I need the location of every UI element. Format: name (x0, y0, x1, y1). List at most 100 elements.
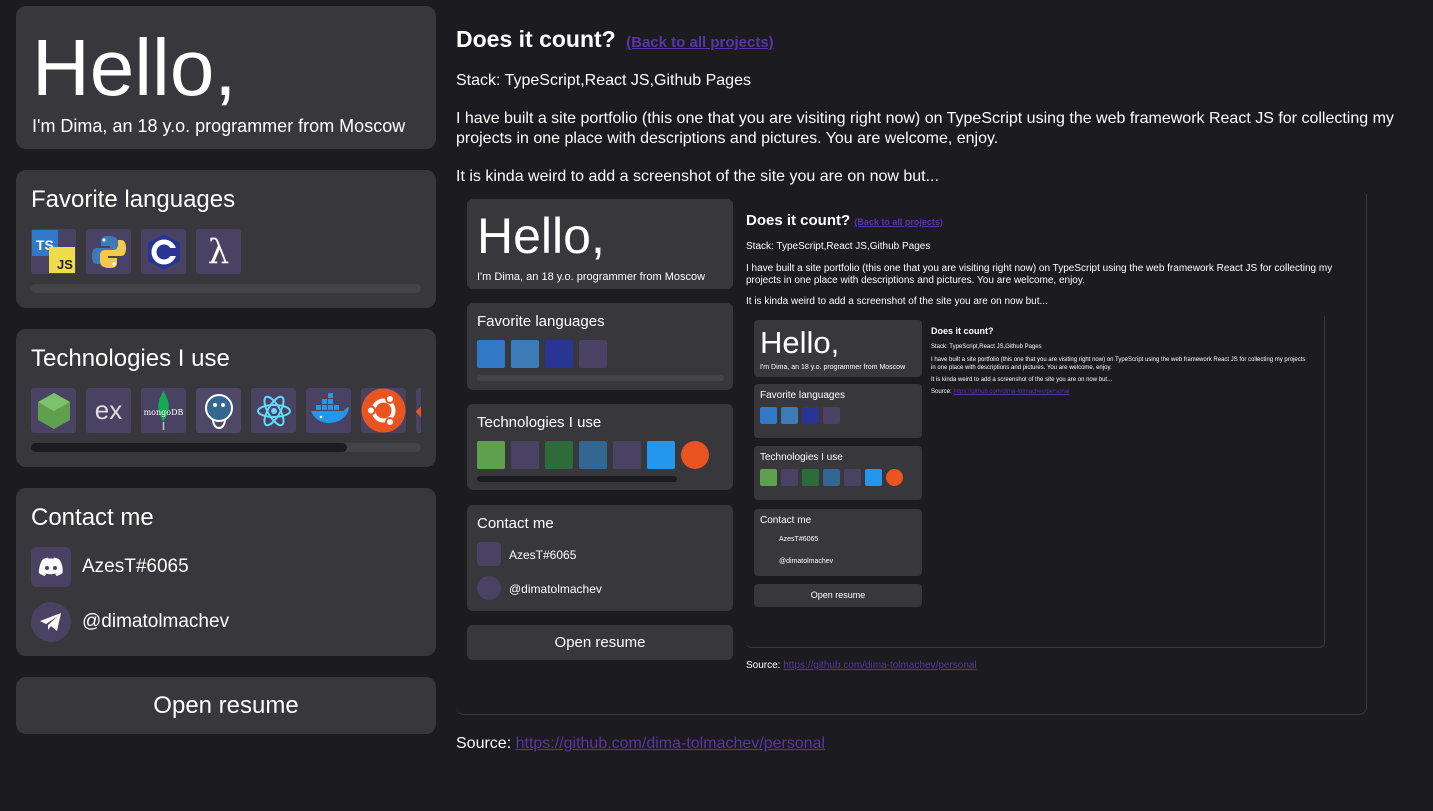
contact-telegram[interactable]: @dimatolmachev (31, 601, 421, 642)
preview-project-stack: Stack: TypeScript,React JS,Github Pages (746, 241, 931, 252)
nested-python-icon (781, 407, 798, 424)
nested-source: Source: https://github.com/dima-tolmache… (931, 389, 1069, 395)
preview-hello-title: Hello, (477, 208, 605, 264)
project-description: I have built a site portfolio (this one … (456, 110, 1394, 147)
source-line: Source: https://github.com/dima-tolmache… (456, 735, 825, 753)
nested-source-label: Source: (931, 389, 952, 395)
ubuntu-icon (361, 388, 406, 433)
preview-languages-scrollbar (477, 375, 724, 381)
nested-express-icon (781, 469, 798, 486)
contact-title: Contact me (31, 504, 154, 531)
nested-mongodb-icon (802, 469, 819, 486)
preview-resume-button: Open resume (467, 625, 733, 660)
contact-card: Contact me AzesT#6065 @dimatolmachev (16, 488, 436, 656)
express-icon: ex (86, 388, 131, 433)
project-title-text: Does it count? (456, 26, 616, 52)
preview-technologies-card: Technologies I use (467, 404, 733, 490)
preview-hello-card: Hello, I'm Dima, an 18 y.o. programmer f… (467, 199, 733, 289)
project-note: It is kinda weird to add a screenshot of… (456, 168, 939, 185)
project-screenshot: Hello, I'm Dima, an 18 y.o. programmer f… (456, 194, 1367, 715)
preview-technologies-title: Technologies I use (477, 414, 602, 431)
preview-express-icon (511, 441, 539, 469)
project-title: Does it count? (Back to all projects) (456, 26, 1406, 53)
preview-technologies-scrollbar (477, 476, 677, 482)
project-stack: Stack: TypeScript,React JS,Github Pages (456, 72, 751, 89)
preview-nodejs-icon (477, 441, 505, 469)
languages-scrollbar[interactable] (31, 284, 421, 293)
preview-telegram-icon (477, 576, 501, 600)
svg-text:mongoDB: mongoDB (144, 408, 184, 417)
nested-react-icon (844, 469, 861, 486)
postgresql-icon (196, 388, 241, 433)
preview-contact-card: Contact me AzesT#6065 @dimatolmachev (467, 505, 733, 611)
nested-technologies-title: Technologies I use (760, 452, 843, 463)
nodejs-icon (31, 388, 76, 433)
preview-typescript-icon (477, 340, 505, 368)
telegram-icon (31, 601, 71, 642)
partial-next-icon (416, 388, 421, 433)
contact-discord[interactable]: AzesT#6065 (31, 546, 421, 587)
preview-source-link: https://github.com/dima-tolmachev/person… (783, 660, 977, 671)
technologies-card: Technologies I use ex mongoDB (16, 329, 436, 467)
languages-icon-row[interactable]: TS JS λ (31, 229, 421, 274)
preview-languages-title: Favorite languages (477, 313, 605, 330)
technologies-scroll-thumb[interactable] (31, 443, 347, 452)
docker-icon (306, 388, 351, 433)
nested-ubuntu-icon (886, 469, 903, 486)
preview-languages-card: Favorite languages (467, 303, 733, 390)
preview-react-icon (613, 441, 641, 469)
nested-resume-label: Open resume (810, 590, 866, 600)
preview-discord-handle: AzesT#6065 (509, 548, 577, 562)
nested-hello-title: Hello, (760, 325, 840, 360)
nested-docker-icon (865, 469, 882, 486)
languages-card: Favorite languages TS JS λ (16, 170, 436, 308)
discord-handle: AzesT#6065 (82, 555, 189, 577)
preview-discord-icon (477, 542, 501, 566)
nested-c-icon (802, 407, 819, 424)
preview-resume-label: Open resume (554, 634, 646, 651)
nested-project-stack: Stack: TypeScript,React JS,Github Pages (931, 344, 1042, 350)
preview-nested-screenshot: Hello, I'm Dima, an 18 y.o. programmer f… (746, 316, 1325, 648)
lambda-icon: λ (196, 229, 241, 274)
preview-project-note: It is kinda weird to add a screenshot of… (746, 296, 1048, 307)
hello-card: Hello, I'm Dima, an 18 y.o. programmer f… (16, 6, 436, 149)
nested-telegram-handle: @dimatolmachev (779, 558, 834, 565)
typescript-javascript-icon: TS JS (31, 229, 76, 274)
preview-ubuntu-icon (681, 441, 709, 469)
nested-languages-card: Favorite languages (754, 384, 922, 438)
preview-back-link: (Back to all projects) (854, 217, 943, 227)
preview-project-title: Does it count? (Back to all projects) (746, 212, 943, 229)
hello-title: Hello, (32, 23, 237, 112)
languages-title: Favorite languages (31, 186, 236, 213)
discord-icon (31, 546, 71, 587)
preview-c-icon (545, 340, 573, 368)
preview-python-icon (511, 340, 539, 368)
nested-contact-title: Contact me (760, 515, 812, 526)
nested-hello-subtitle: I'm Dima, an 18 y.o. programmer from Mos… (760, 364, 906, 371)
svg-text:JS: JS (57, 257, 73, 272)
nested-project-note: It is kinda weird to add a screenshot of… (931, 377, 1113, 383)
nested-contact-card: Contact me AzesT#6065 @dimatolmachev (754, 509, 922, 576)
c-icon (141, 229, 186, 274)
preview-source: Source: https://github.com/dima-tolmache… (746, 660, 977, 671)
technologies-icon-row[interactable]: ex mongoDB (31, 388, 421, 433)
nested-project-description: I have built a site portfolio (this one … (931, 357, 1306, 371)
nested-postgresql-icon (823, 469, 840, 486)
preview-postgresql-icon (579, 441, 607, 469)
open-resume-button[interactable]: Open resume (16, 677, 436, 734)
nested-lambda-icon (823, 407, 840, 424)
back-to-projects-link[interactable]: (Back to all projects) (626, 34, 774, 51)
preview-mongodb-icon (545, 441, 573, 469)
preview-hello-subtitle: I'm Dima, an 18 y.o. programmer from Mos… (477, 271, 706, 283)
nested-technologies-card: Technologies I use (754, 446, 922, 500)
preview-lambda-icon (579, 340, 607, 368)
source-link[interactable]: https://github.com/dima-tolmachev/person… (516, 735, 825, 752)
project-content: Does it count? (Back to all projects) St… (456, 26, 1406, 187)
mongodb-icon: mongoDB (141, 388, 186, 433)
nested-resume-button: Open resume (754, 584, 922, 607)
technologies-scrollbar[interactable] (31, 443, 421, 452)
nested-project-title: Does it count? (931, 326, 994, 336)
preview-telegram-handle: @dimatolmachev (509, 582, 602, 596)
telegram-handle: @dimatolmachev (82, 610, 230, 632)
preview-source-label: Source: (746, 660, 781, 671)
